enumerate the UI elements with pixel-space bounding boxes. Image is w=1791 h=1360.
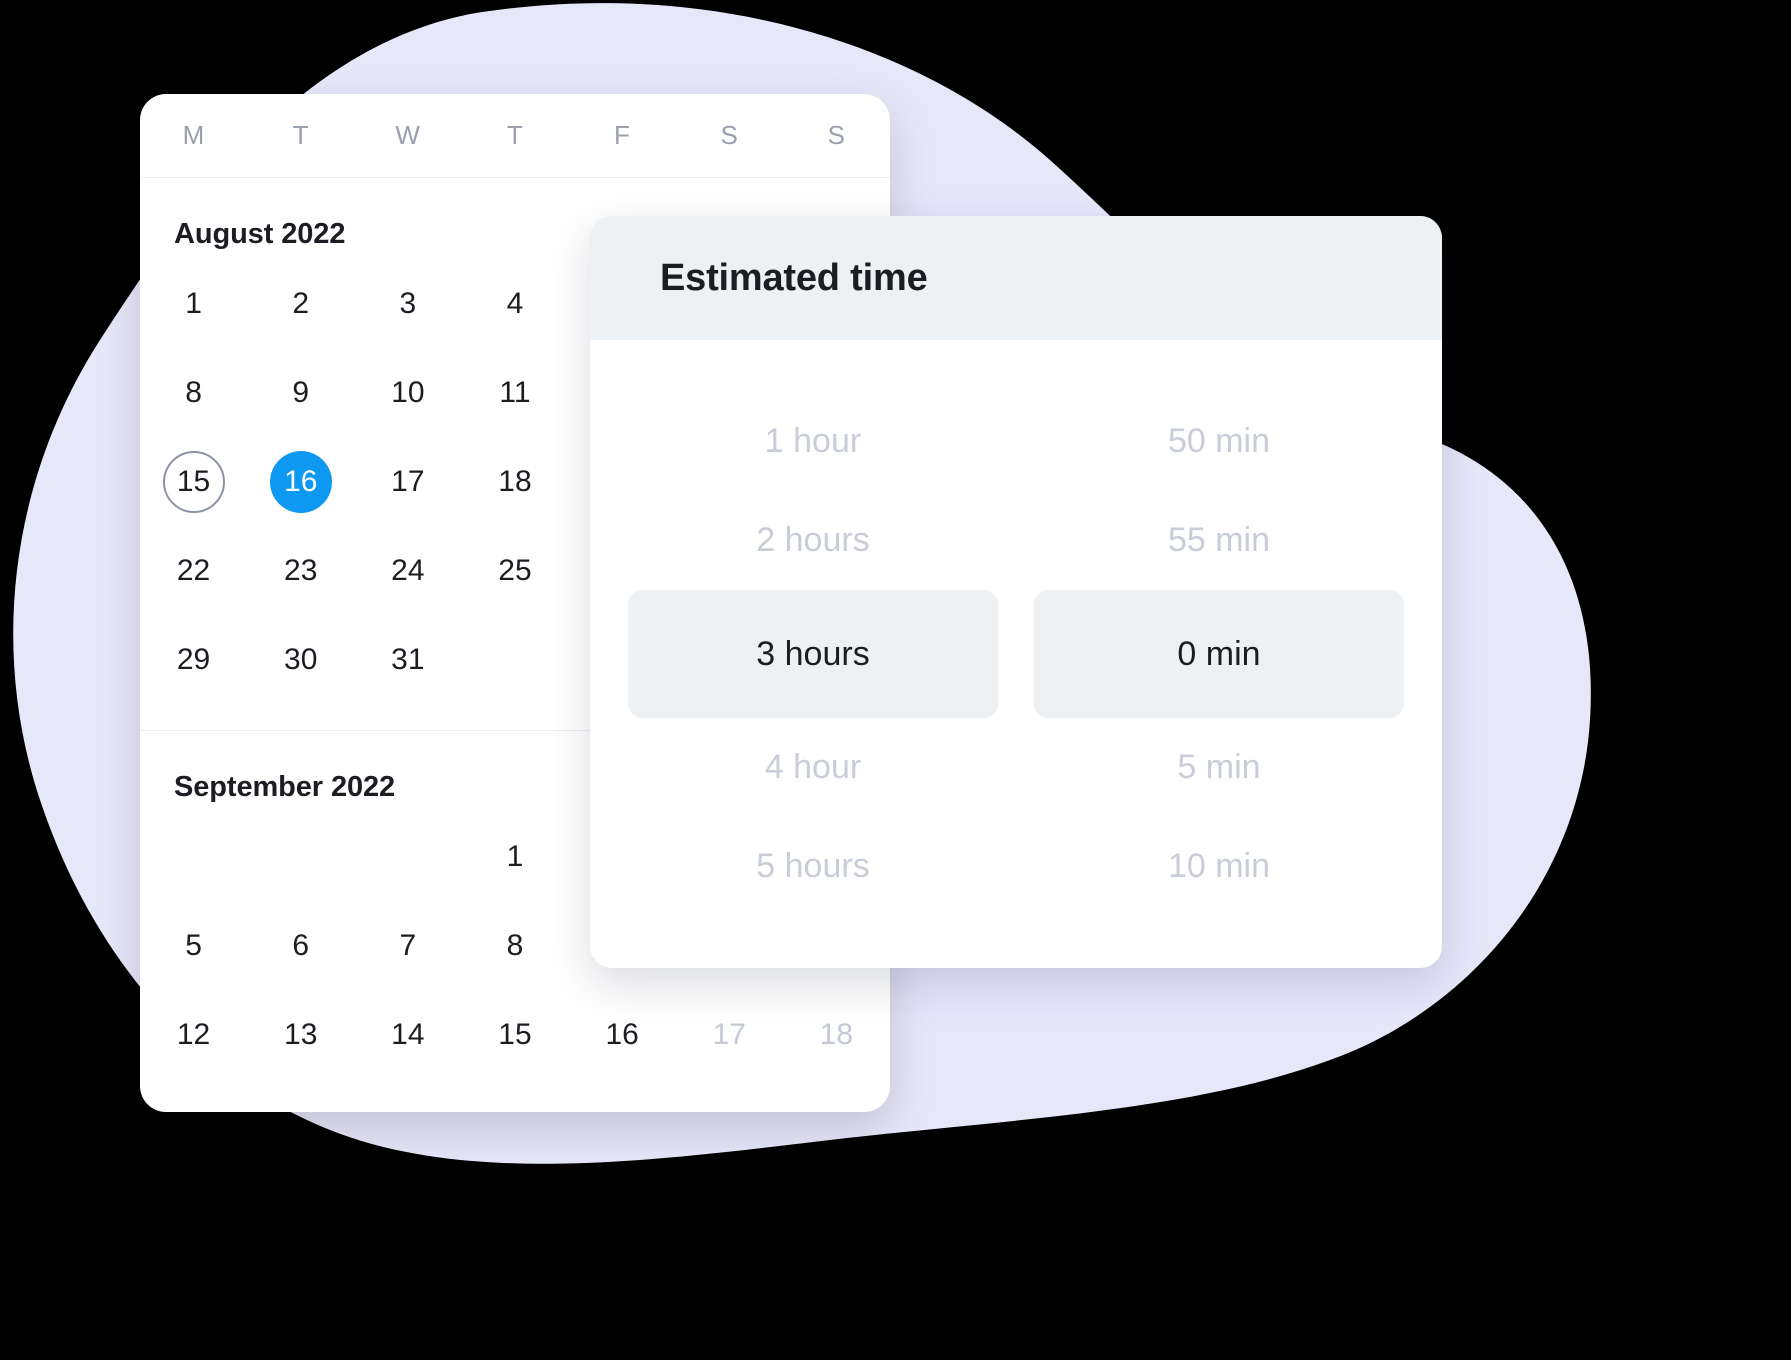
weekday-label-wednesday: W [395, 120, 421, 150]
day-cell[interactable]: 15 [461, 990, 568, 1079]
hours-option-2-hours[interactable]: 2 hours [628, 491, 998, 590]
day-cell-empty [354, 812, 461, 901]
hours-option-1-hour[interactable]: 1 hour [628, 392, 998, 491]
day-cell-empty [247, 812, 354, 901]
day-cell[interactable]: 8 [461, 901, 568, 990]
day-cell-empty [461, 615, 568, 704]
day-number: 1 [506, 839, 524, 873]
weekday-label-tuesday: T [292, 120, 309, 150]
weekday-label-thursday: T [506, 120, 524, 150]
day-number: 5 [185, 928, 202, 962]
day-number: 8 [506, 928, 524, 962]
day-number: 9 [292, 375, 310, 409]
day-cell[interactable]: 12 [140, 990, 247, 1079]
day-cell[interactable]: 17 [354, 437, 461, 526]
hours-option-4-hour[interactable]: 4 hour [628, 718, 998, 817]
screenshot-root: M T W T F S S August 2022 1 2 3 4 8 9 10 11 15 16… [0, 0, 1791, 1360]
estimated-time-header: Estimated time [590, 216, 1442, 340]
minutes-option-0-min[interactable]: 0 min [1034, 590, 1404, 718]
day-cell[interactable]: 30 [247, 615, 354, 704]
day-cell[interactable]: 5 [140, 901, 247, 990]
day-number: 18 [819, 1017, 854, 1051]
minutes-option-5-min[interactable]: 5 min [1034, 718, 1404, 817]
day-number: 7 [399, 928, 417, 962]
day-number: 2 [292, 286, 310, 320]
minutes-option-50-min[interactable]: 50 min [1034, 392, 1404, 491]
minutes-option-10-min[interactable]: 10 min [1034, 817, 1404, 916]
day-number: 15 [498, 1017, 532, 1051]
day-cell[interactable]: 3 [354, 259, 461, 348]
day-number: 14 [391, 1017, 425, 1051]
weekday-label-friday: F [614, 120, 631, 150]
day-number: 30 [284, 642, 318, 676]
day-cell[interactable]: 16 [569, 990, 676, 1079]
day-cell[interactable]: 2 [247, 259, 354, 348]
day-cell[interactable]: 31 [354, 615, 461, 704]
estimated-time-title: Estimated time [660, 256, 928, 299]
hours-column[interactable]: 1 hour 2 hours 3 hours 4 hour 5 hours [628, 340, 998, 968]
day-cell[interactable]: 10 [354, 348, 461, 437]
day-cell[interactable]: 13 [247, 990, 354, 1079]
weekday-label-sunday: S [827, 120, 846, 150]
day-cell[interactable]: 11 [461, 348, 568, 437]
day-number: 17 [391, 464, 425, 498]
day-cell[interactable]: 15 [140, 437, 247, 526]
day-cell[interactable]: 29 [140, 615, 247, 704]
day-cell[interactable]: 25 [461, 526, 568, 615]
day-cell[interactable]: 14 [354, 990, 461, 1079]
minutes-column[interactable]: 50 min 55 min 0 min 5 min 10 min [1034, 340, 1404, 968]
day-number: 22 [176, 553, 211, 587]
day-number: 18 [498, 464, 532, 498]
estimated-time-body: 1 hour 2 hours 3 hours 4 hour 5 hours 50 min… [590, 340, 1442, 968]
day-cell-empty [140, 812, 247, 901]
hours-option-3-hours[interactable]: 3 hours [628, 590, 998, 718]
weekday-header-row: M T W T F S S [140, 94, 890, 178]
day-number: 24 [391, 553, 425, 587]
day-cell[interactable]: 23 [247, 526, 354, 615]
day-number: 11 [499, 375, 531, 409]
minutes-option-55-min[interactable]: 55 min [1034, 491, 1404, 590]
day-cell[interactable]: 18 [783, 990, 890, 1079]
day-number: 16 [605, 1017, 639, 1051]
estimated-time-panel: Estimated time 1 hour 2 hours 3 hours 4 hou… [590, 216, 1442, 968]
weekday-label-monday: M [182, 120, 205, 150]
day-number: 29 [176, 642, 211, 676]
day-cell[interactable]: 6 [247, 901, 354, 990]
day-cell[interactable]: 1 [461, 812, 568, 901]
day-number: 4 [506, 286, 524, 320]
day-number: 25 [498, 553, 532, 587]
day-number: 12 [176, 1017, 211, 1051]
day-cell[interactable]: 16 [247, 437, 354, 526]
day-cell[interactable]: 8 [140, 348, 247, 437]
day-number: 13 [284, 1017, 318, 1051]
day-number: 8 [185, 375, 202, 409]
day-cell[interactable]: 9 [247, 348, 354, 437]
day-number: 31 [391, 642, 425, 676]
day-cell[interactable]: 24 [354, 526, 461, 615]
day-cell[interactable]: 7 [354, 901, 461, 990]
day-cell[interactable]: 22 [140, 526, 247, 615]
day-number: 16 [269, 450, 332, 513]
day-number: 15 [162, 450, 225, 513]
day-number: 23 [284, 553, 318, 587]
day-number: 17 [712, 1017, 746, 1051]
day-cell[interactable]: 17 [676, 990, 783, 1079]
day-number: 6 [292, 928, 310, 962]
day-cell[interactable]: 18 [461, 437, 568, 526]
day-number: 10 [391, 375, 425, 409]
day-cell[interactable]: 1 [140, 259, 247, 348]
day-cell[interactable]: 4 [461, 259, 568, 348]
weekday-label-saturday: S [720, 120, 739, 150]
day-number: 3 [399, 286, 417, 320]
day-number: 1 [185, 286, 202, 320]
hours-option-5-hours[interactable]: 5 hours [628, 817, 998, 916]
